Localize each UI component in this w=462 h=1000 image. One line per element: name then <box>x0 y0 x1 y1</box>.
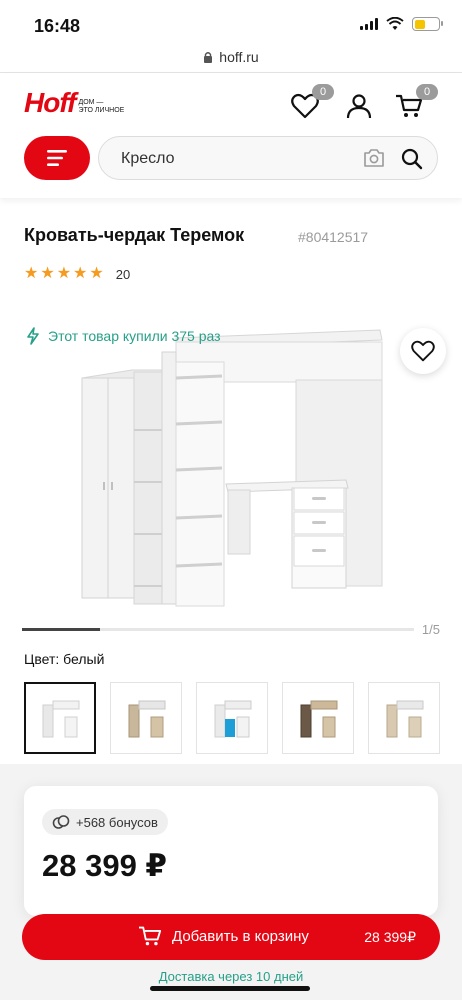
swatch-white[interactable] <box>24 682 96 754</box>
swatch-oak-white[interactable] <box>110 682 182 754</box>
swatch-thumbnail <box>42 700 80 738</box>
gallery-progress-fill <box>22 628 101 631</box>
site-header: Hoff ДОМ — ЭТО ЛИЧНОЕ 0 0 Кресло <box>0 73 462 198</box>
add-to-cart-button[interactable]: Добавить в корзину 28 399₽ <box>22 914 440 960</box>
menu-icon <box>47 150 67 166</box>
search-icon[interactable] <box>401 148 423 170</box>
status-icons <box>360 17 443 31</box>
star-icon: ★ <box>73 265 88 282</box>
favorites-badge: 0 <box>312 84 334 100</box>
color-swatches <box>24 682 440 754</box>
bonus-icon <box>52 815 70 829</box>
delivery-info[interactable]: Доставка через 10 дней <box>0 969 462 984</box>
bought-note: Этот товар купили 375 раз <box>26 327 221 345</box>
swatch-thumbnail <box>386 700 424 738</box>
swatch-thumbnail <box>128 700 166 738</box>
product-rating[interactable]: ★ ★ ★ ★ ★ 20 <box>24 266 130 282</box>
swatch-thumbnail <box>214 700 252 738</box>
add-to-cart-price: 28 399₽ <box>364 929 416 945</box>
bonus-badge[interactable]: +568 бонусов <box>42 809 168 835</box>
product-sku: #80412517 <box>298 229 369 245</box>
status-time: 16:48 <box>34 16 81 36</box>
profile-button[interactable] <box>342 89 376 123</box>
color-label: Цвет: белый <box>24 651 105 667</box>
product-price: 28 399 ₽ <box>42 848 167 883</box>
lightning-icon <box>27 327 39 345</box>
logo-tagline: ДОМ — ЭТО ЛИЧНОЕ <box>78 99 125 114</box>
url-bar[interactable]: hoff.ru <box>0 44 462 70</box>
bonus-text: +568 бонусов <box>76 814 158 830</box>
catalog-menu-button[interactable] <box>24 136 90 180</box>
gallery-counter: 1/5 <box>421 622 440 637</box>
signal-icon <box>360 18 378 30</box>
cart-icon <box>139 926 162 946</box>
swatch-oak-dark[interactable] <box>282 682 354 754</box>
url-text: hoff.ru <box>219 49 259 65</box>
logo-word: Hoff <box>24 87 76 118</box>
swatch-white-blue[interactable] <box>196 682 268 754</box>
swatch-oak-light[interactable] <box>368 682 440 754</box>
gallery-progress <box>22 628 414 631</box>
lock-icon <box>204 52 213 63</box>
favorites-button[interactable]: 0 <box>288 84 334 123</box>
cart-badge: 0 <box>416 84 438 100</box>
product-gallery[interactable]: Этот товар купили 375 раз <box>0 312 462 618</box>
reviews-count: 20 <box>115 266 131 282</box>
camera-icon[interactable] <box>363 148 385 168</box>
bought-note-text: Этот товар купили 375 раз <box>48 328 221 344</box>
battery-icon <box>412 17 443 31</box>
product-image <box>81 329 383 607</box>
price-card: +568 бонусов 28 399 ₽ <box>24 786 438 916</box>
search-input[interactable]: Кресло <box>98 136 438 180</box>
hoff-logo[interactable]: Hoff ДОМ — ЭТО ЛИЧНОЕ <box>24 89 124 117</box>
wifi-icon <box>386 17 404 30</box>
star-icon: ★ <box>40 265 55 282</box>
add-to-cart-label: Добавить в корзину <box>172 928 309 945</box>
star-icon: ★ <box>24 265 39 282</box>
search-value: Кресло <box>121 150 175 167</box>
swatch-thumbnail <box>300 700 338 738</box>
star-icon: ★ <box>56 265 72 282</box>
product-title: Кровать-чердак Теремок <box>24 225 245 245</box>
cart-header-button[interactable]: 0 <box>392 84 438 123</box>
home-indicator <box>150 986 310 991</box>
status-bar: 16:48 <box>0 0 462 44</box>
user-icon <box>346 94 372 119</box>
star-icon: ★ <box>89 265 104 282</box>
